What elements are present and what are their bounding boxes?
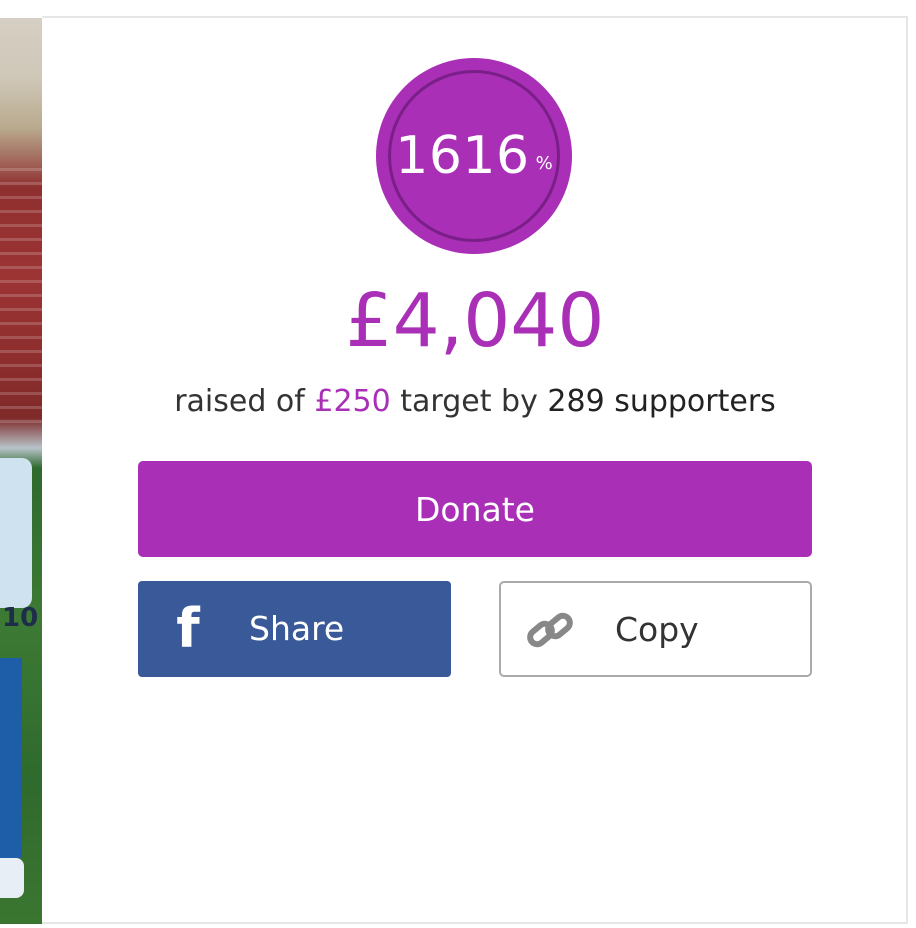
campaign-photo: 10 (0, 18, 42, 924)
summary-prefix: raised of (174, 384, 305, 419)
facebook-icon: f (176, 597, 200, 660)
share-button[interactable]: f Share (138, 581, 451, 677)
page: 10 1616 % £4,040 raised of £250 target b… (0, 0, 916, 928)
supporters-count: 289 supporters (547, 384, 776, 419)
player-kit (0, 458, 32, 608)
donate-button[interactable]: Donate (138, 461, 812, 557)
fundraising-summary: raised of £250 target by 289 supporters (0, 382, 916, 422)
link-icon (525, 607, 577, 655)
summary-middle: target by (400, 384, 538, 419)
player-socks (0, 658, 22, 858)
target-amount: £250 (314, 384, 391, 419)
raised-amount: £4,040 (345, 278, 605, 364)
donate-label: Donate (415, 489, 535, 529)
player-number: 10 (2, 603, 39, 633)
copy-label: Copy (615, 610, 699, 649)
progress-circle: 1616 % (376, 58, 572, 254)
progress-unit: % (535, 152, 553, 174)
player-boot (0, 858, 24, 898)
progress-percent: 1616 (395, 126, 530, 186)
share-label: Share (249, 609, 345, 648)
copy-button[interactable]: Copy (499, 581, 812, 677)
progress-text: 1616 % (376, 58, 572, 254)
